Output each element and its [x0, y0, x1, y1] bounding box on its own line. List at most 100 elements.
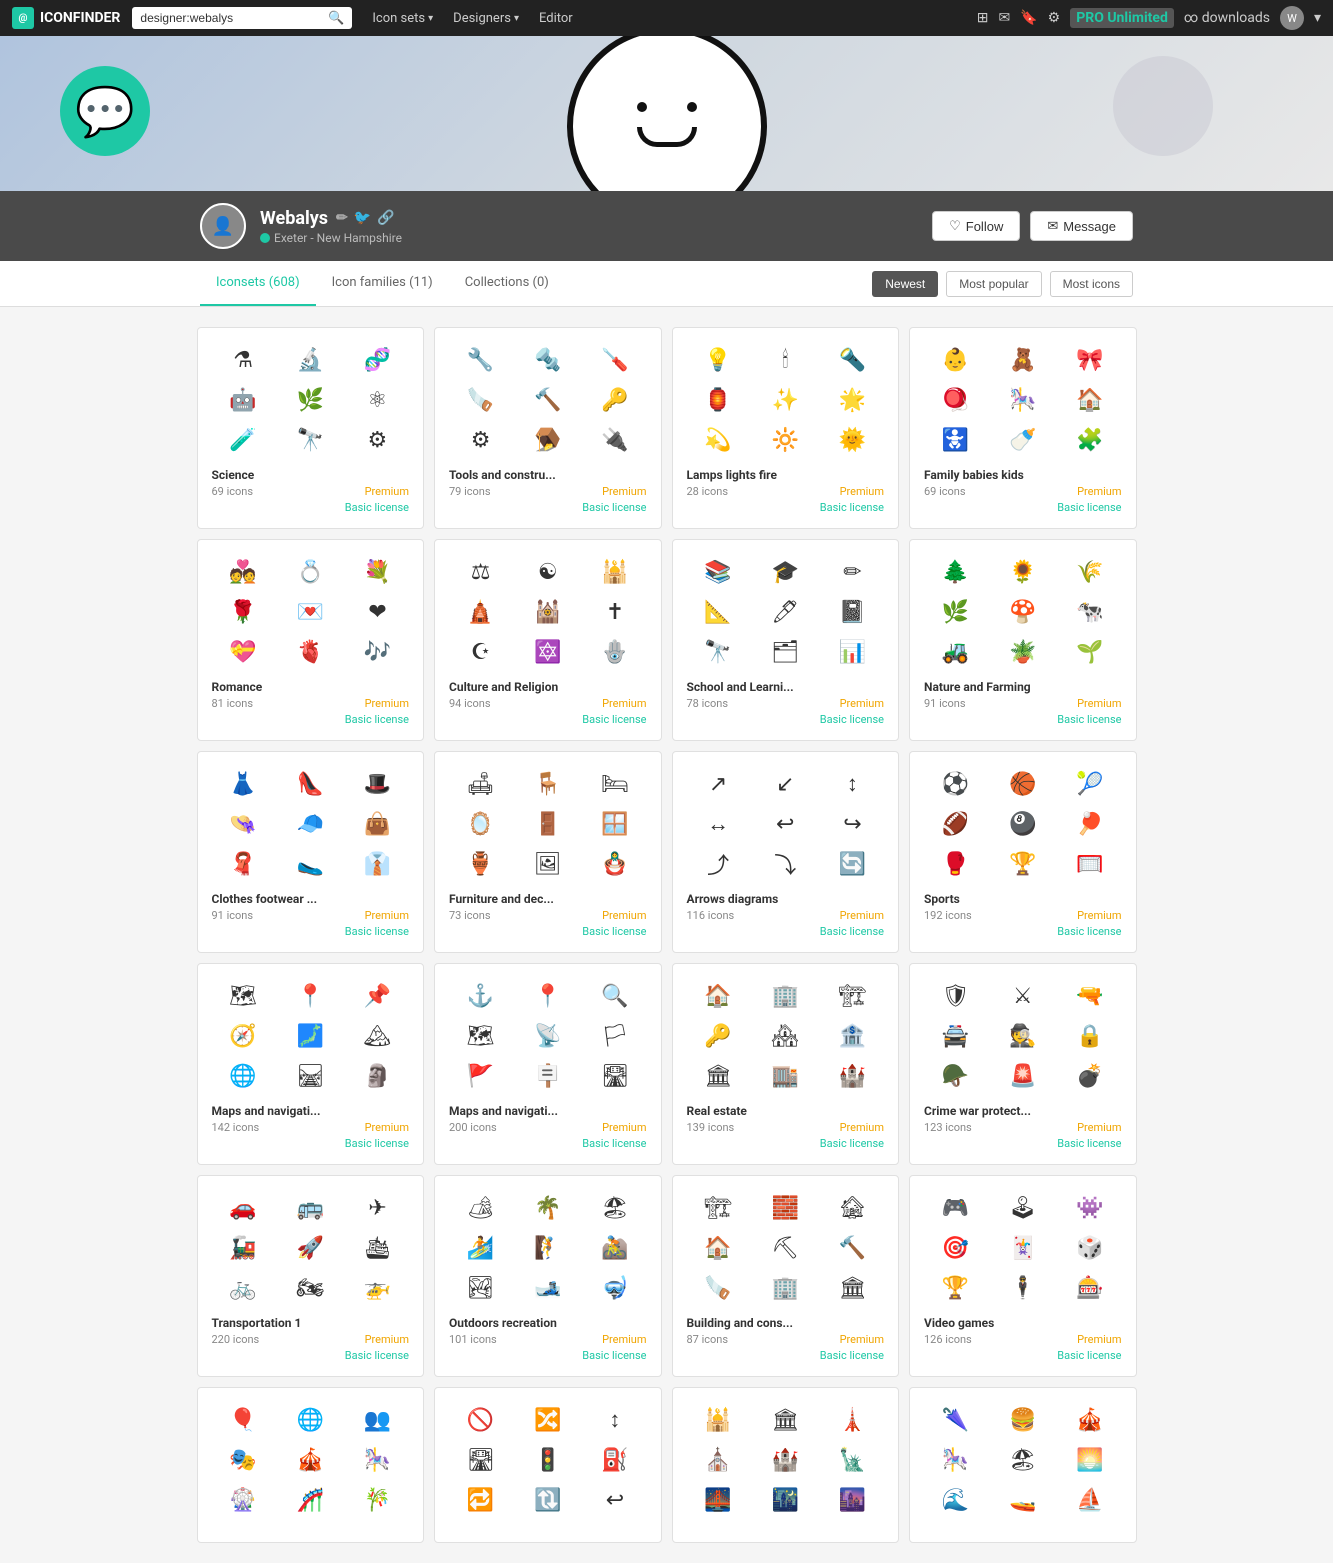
icon-card[interactable]: 💡🕯🔦🏮✨🌟💫🔆🌞 Lamps lights fire 28 icons Pre…	[672, 327, 900, 529]
icon-card[interactable]: ↗↙↕↔↩↪⤴⤵🔄 Arrows diagrams 116 icons Prem…	[672, 751, 900, 953]
icon-sample: 🔌	[597, 422, 633, 458]
icon-sample: ⛽	[597, 1442, 633, 1478]
icon-sample: ↔	[700, 806, 736, 842]
icon-card[interactable]: 🛋🪑🛏🪞🚪🪟🏺🖼🪆 Furniture and dec... 73 icons …	[434, 751, 662, 953]
icon-card[interactable]: 🌲🌻🌾🌿🍄🐄🚜🪴🌱 Nature and Farming 91 icons Pr…	[909, 539, 1137, 741]
icon-card[interactable]: 🛡⚔🔫🚔🕵🔒🪖🚨💣 Crime war protect... 123 icons…	[909, 963, 1137, 1165]
edit-icon[interactable]: ✏	[336, 210, 348, 226]
nav-icons: ⊞ ✉ 🔖 ⚙ PRO Unlimited ∞ downloads W ▾	[977, 6, 1321, 30]
message-button[interactable]: ✉ Message	[1030, 211, 1133, 241]
twitter-icon[interactable]: 🐦	[354, 210, 371, 226]
icon-sample: 🌹	[225, 594, 261, 630]
card-meta: 116 icons Premium	[687, 909, 885, 922]
icon-card[interactable]: 🏕🌴🏖🏄🧗🚵🏞🎿🤿 Outdoors recreation 101 icons …	[434, 1175, 662, 1377]
icon-sample: 🏚	[834, 1190, 870, 1226]
mail-icon[interactable]: ✉	[998, 10, 1010, 26]
icon-sample: 🔫	[1072, 978, 1108, 1014]
search-input[interactable]	[140, 11, 322, 25]
card-license-row: Basic license	[687, 713, 885, 726]
nav-designers[interactable]: Designers ▾	[445, 7, 527, 30]
icon-sample: 🎪	[292, 1442, 328, 1478]
bookmark-icon[interactable]: 🔖	[1020, 10, 1037, 26]
icon-sample: 🚔	[938, 1018, 974, 1054]
follow-button[interactable]: ♡ Follow	[932, 211, 1020, 241]
icon-card[interactable]: ⚽🏀🎾🏈🎱🏓🥊🏆🥅 Sports 192 icons Premium Basic…	[909, 751, 1137, 953]
icon-preview: 📚🎓✏📐🖊📓🔭🗂📊	[687, 554, 885, 670]
icon-preview: 💑💍💐🌹💌❤💝🫀🎶	[212, 554, 410, 670]
tab-collections[interactable]: Collections (0)	[449, 261, 565, 306]
card-license-row: Basic license	[924, 501, 1122, 514]
icon-card[interactable]: 🎮🕹👾🎯🃏🎲🏆🕴🎰 Video games 126 icons Premium …	[909, 1175, 1137, 1377]
tab-iconsets[interactable]: Iconsets (608)	[200, 261, 316, 306]
icon-card[interactable]: 🗺📍📌🧭🗾🏔🌐🛤🗿 Maps and navigati... 142 icons…	[197, 963, 425, 1165]
sort-newest[interactable]: Newest	[872, 271, 938, 297]
icon-sample: 🏰	[767, 1442, 803, 1478]
icon-card[interactable]: 🏗🧱🏚🏠⛏🔨🪚🏢🏛 Building and cons... 87 icons …	[672, 1175, 900, 1377]
icon-card[interactable]: 🕌🏛🗼⛪🏰🗽🌉🌃🌆	[672, 1387, 900, 1543]
icon-card[interactable]: 📚🎓✏📐🖊📓🔭🗂📊 School and Learni... 78 icons …	[672, 539, 900, 741]
profile-avatar: 👤	[200, 203, 246, 249]
nav-iconsets[interactable]: Icon sets ▾	[364, 7, 441, 30]
icon-card[interactable]: 🏠🏢🏗🔑🏘🏦🏛🏬🏰 Real estate 139 icons Premium …	[672, 963, 900, 1165]
icon-sample: 🚨	[1005, 1058, 1041, 1094]
icon-card[interactable]: 🌂🍔🎪🎠🏖🌅🌊🚤⛵	[909, 1387, 1137, 1543]
settings-icon[interactable]: ⚙	[1048, 10, 1061, 26]
avatar[interactable]: W	[1280, 6, 1304, 30]
nav-editor[interactable]: Editor	[531, 7, 581, 30]
icon-sample: 🛣	[463, 1442, 499, 1478]
icon-card[interactable]: 💑💍💐🌹💌❤💝🫀🎶 Romance 81 icons Premium Basic…	[197, 539, 425, 741]
icon-card[interactable]: ⚖☯🕌🛕🕍✝☪🔯🪬 Culture and Religion 94 icons …	[434, 539, 662, 741]
icon-sample: 🏆	[938, 1270, 974, 1306]
icon-card[interactable]: 🚗🚌✈🚂🚀🛳🚲🏍🚁 Transportation 1 220 icons Pre…	[197, 1175, 425, 1377]
icon-card[interactable]: 🎈🌐👥🎭🎪🎠🎡🎢🎋	[197, 1387, 425, 1543]
search-button[interactable]: 🔍	[328, 10, 344, 26]
nav-links: Icon sets ▾ Designers ▾ Editor	[364, 7, 580, 30]
card-title: Transportation 1	[212, 1316, 410, 1330]
sort-popular[interactable]: Most popular	[946, 271, 1041, 297]
icon-card[interactable]: 🔧🔩🪛🪚🔨🔑⚙🪤🔌 Tools and constru... 79 icons …	[434, 327, 662, 529]
icon-sample: 🌐	[225, 1058, 261, 1094]
link-icon[interactable]: 🔗	[377, 210, 394, 226]
icon-sample: ↗	[700, 766, 736, 802]
icon-sample: 🚩	[463, 1058, 499, 1094]
icon-card[interactable]: 🚫🔀↕🛣🚦⛽🔁🔃↩	[434, 1387, 662, 1543]
card-title: Sports	[924, 892, 1122, 906]
profile-banner: 💬	[0, 36, 1333, 191]
icon-sample: 🎿	[530, 1270, 566, 1306]
icon-sample: 👾	[1072, 1190, 1108, 1226]
eye-left	[637, 102, 647, 112]
icon-sample: 📌	[359, 978, 395, 1014]
icon-sample: 🎈	[225, 1402, 261, 1438]
profile-left: 👤 Webalys ✏ 🐦 🔗 Exeter - New Hampshire	[200, 203, 402, 249]
message-icon: ✉	[1047, 218, 1058, 234]
icon-sample: 🚪	[530, 806, 566, 842]
icon-sample: 🏬	[767, 1058, 803, 1094]
icon-sample: 🌾	[1072, 554, 1108, 590]
icon-sample: 🏮	[700, 382, 736, 418]
icon-sample: 🔨	[834, 1230, 870, 1266]
card-meta: 220 icons Premium	[212, 1333, 410, 1346]
icon-preview: ⚗🔬🧬🤖🌿⚛🧪🔭⚙	[212, 342, 410, 458]
card-title: Nature and Farming	[924, 680, 1122, 694]
icon-card[interactable]: ⚓📍🔍🗺📡🏳🚩🪧🛣 Maps and navigati... 200 icons…	[434, 963, 662, 1165]
tab-families[interactable]: Icon families (11)	[316, 261, 449, 306]
icon-preview: 🔧🔩🪛🪚🔨🔑⚙🪤🔌	[449, 342, 647, 458]
icon-sample: 🏍	[292, 1270, 328, 1306]
icon-sample: 🏰	[834, 1058, 870, 1094]
logo[interactable]: @ ICONFINDER	[12, 7, 120, 29]
icon-sample: 🧣	[225, 846, 261, 882]
sort-most-icons[interactable]: Most icons	[1050, 271, 1133, 297]
card-badge: Premium	[602, 1121, 646, 1134]
icon-sample: 🍄	[1005, 594, 1041, 630]
icon-card[interactable]: ⚗🔬🧬🤖🌿⚛🧪🔭⚙ Science 69 icons Premium Basic…	[197, 327, 425, 529]
icon-card[interactable]: 👗👠🎩👒🧢👜🧣🥿👔 Clothes footwear ... 91 icons …	[197, 751, 425, 953]
icon-sample: ✈	[359, 1190, 395, 1226]
grid-icon[interactable]: ⊞	[977, 10, 989, 26]
icon-card[interactable]: 👶🧸🎀🪀🎠🏠🚼🍼🧩 Family babies kids 69 icons Pr…	[909, 327, 1137, 529]
card-count: 81 icons	[212, 697, 254, 710]
card-count: 139 icons	[687, 1121, 735, 1134]
card-badge: Premium	[602, 909, 646, 922]
icon-sample: 🎭	[225, 1442, 261, 1478]
icon-sample: 🌞	[834, 422, 870, 458]
card-license-row: Basic license	[924, 713, 1122, 726]
